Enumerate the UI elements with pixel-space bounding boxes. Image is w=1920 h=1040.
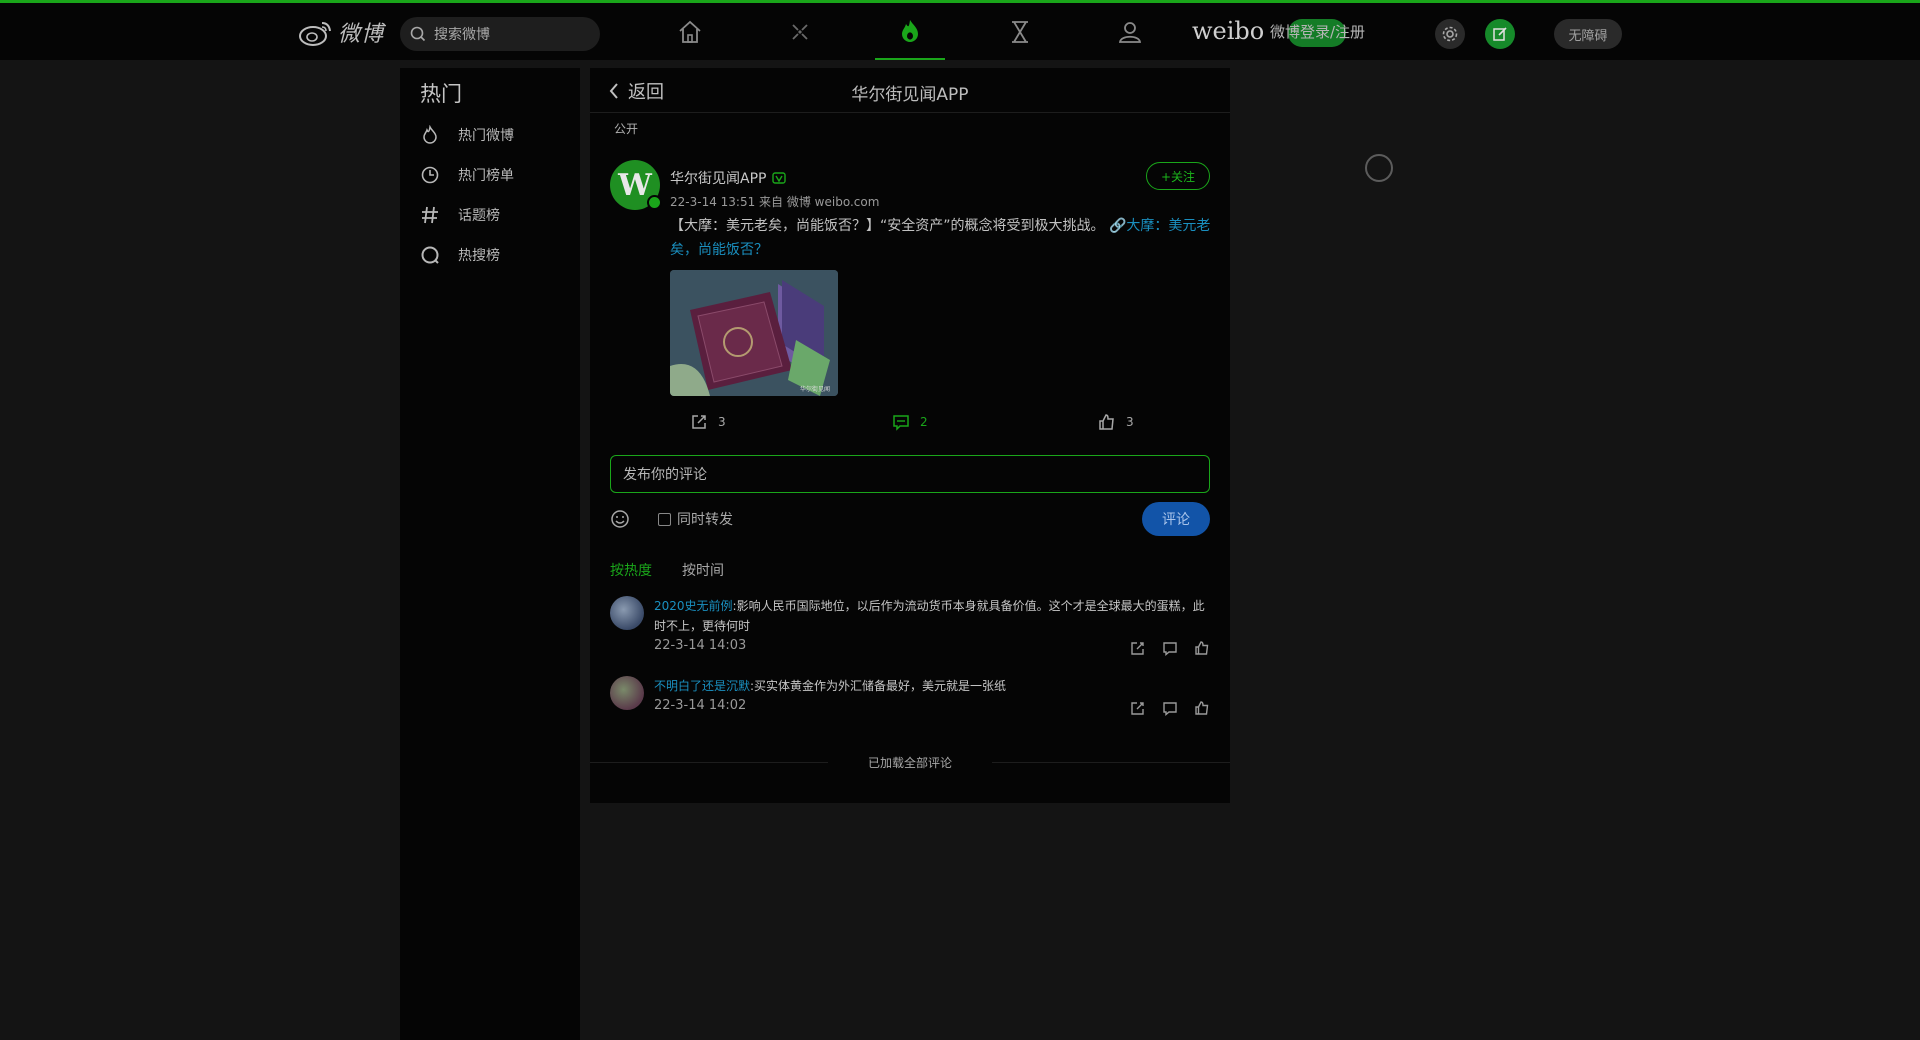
thumbs-up-icon — [1099, 414, 1114, 430]
comment-item: 2020史无前例:影响人民币国际地位，以后作为流动货币本身就具备价值。这个才是全… — [610, 596, 1210, 656]
loading-spinner — [1365, 154, 1393, 182]
user-icon — [1118, 21, 1142, 43]
visibility-tag: 公开 — [614, 122, 639, 136]
left-sidebar: 热门 热门微博 热门榜单 话题榜 热搜榜 — [400, 68, 580, 1040]
commenter-name[interactable]: 不明白了还是沉默 — [654, 679, 750, 693]
post-image[interactable]: 华尔街见闻 — [670, 270, 838, 396]
post-text: 【大摩：美元老矣，尚能饭否？】“安全资产”的概念将受到极大挑战。 — [670, 218, 1105, 234]
search-placeholder: 搜索微博 — [434, 27, 490, 43]
svg-text:华尔街见闻: 华尔街见闻 — [800, 385, 830, 393]
comment-icon[interactable] — [1162, 640, 1178, 656]
weibo-eye-icon — [299, 22, 331, 46]
comment-text: 不明白了还是沉默:买实体黄金作为外汇储备最好，美元就是一张纸 — [654, 676, 1210, 696]
login-register-link[interactable]: 微博登录/注册 — [1270, 21, 1365, 42]
gear-icon — [1442, 26, 1458, 42]
page-title: 华尔街见闻APP — [851, 85, 969, 105]
nav-discover[interactable] — [985, 3, 1055, 60]
also-repost-label: 同时转发 — [677, 512, 733, 528]
commenter-avatar[interactable] — [610, 676, 644, 710]
search-input[interactable]: 搜索微博 — [400, 17, 600, 51]
login-text: 微博登录/注册 — [1270, 23, 1366, 41]
vip-icon — [772, 172, 787, 184]
hashtag-icon — [422, 206, 438, 224]
video-icon — [792, 23, 808, 40]
clock-icon — [421, 166, 439, 184]
top-nav-bar: 微博 搜索微博 weibo 微博登录/注册 无障碍 — [0, 0, 1920, 60]
hourglass-icon — [1012, 20, 1028, 43]
post-content: 【大摩：美元老矣，尚能饭否？】“安全资产”的概念将受到极大挑战。 🔗大摩：美元老… — [670, 214, 1215, 262]
sidebar-item-hot-weibo[interactable]: 热门微博 — [420, 122, 514, 148]
sidebar-item-hot-list[interactable]: 热门榜单 — [420, 162, 514, 188]
panel-header: 返回 华尔街见闻APP — [590, 68, 1230, 113]
comment-text: 2020史无前例:影响人民币国际地位，以后作为流动货币本身就具备价值。这个才是全… — [654, 596, 1210, 636]
like-count: 3 — [1126, 415, 1134, 429]
sort-tabs: 按热度 按时间 — [610, 560, 724, 580]
end-text: 已加载全部评论 — [827, 756, 992, 770]
comment-item: 不明白了还是沉默:买实体黄金作为外汇储备最好，美元就是一张纸 22-3-14 1… — [610, 676, 1210, 726]
share-icon — [692, 415, 706, 429]
follow-button[interactable]: +关注 — [1146, 162, 1210, 190]
sidebar-title: 热门 — [420, 82, 462, 106]
comment-body: :影响人民币国际地位，以后作为流动货币本身就具备价值。这个才是全球最大的蛋糕，此… — [654, 599, 1205, 633]
repost-button[interactable]: 3 — [690, 413, 726, 431]
thumbs-up-icon[interactable] — [1194, 700, 1210, 716]
comment-icon[interactable] — [1162, 700, 1178, 716]
nav-home[interactable] — [655, 3, 725, 60]
settings-button[interactable] — [1435, 19, 1465, 49]
sidebar-item-label: 话题榜 — [458, 208, 500, 224]
post-detail-panel: 返回 华尔街见闻APP 公开 W 华尔街见闻APP 22-3-14 13:51 … — [590, 68, 1230, 803]
checkbox-box[interactable] — [658, 512, 671, 526]
accessibility-button[interactable]: 无障碍 — [1554, 19, 1622, 49]
repost-count: 3 — [718, 415, 726, 429]
comment-placeholder: 发布你的评论 — [623, 467, 707, 483]
weibo-logo[interactable]: 微博 — [298, 15, 388, 49]
edit-icon — [1493, 27, 1507, 41]
sidebar-item-topics[interactable]: 话题榜 — [420, 202, 500, 228]
nav-profile[interactable] — [1095, 3, 1165, 60]
comment-time: 22-3-14 14:02 — [654, 698, 747, 713]
sidebar-item-label: 热搜榜 — [458, 248, 500, 264]
emoji-icon[interactable] — [610, 509, 630, 529]
passport-money-image: 华尔街见闻 — [670, 270, 838, 396]
home-icon — [679, 20, 701, 43]
comment-body: :买实体黄金作为外汇储备最好，美元就是一张纸 — [750, 679, 1007, 693]
tab-sort-time[interactable]: 按时间 — [682, 560, 724, 580]
comment-time: 22-3-14 14:03 — [654, 638, 747, 653]
sidebar-item-hot-search[interactable]: 热搜榜 — [420, 242, 500, 268]
post-meta: 22-3-14 13:51 来自 微博 weibo.com — [670, 195, 880, 209]
like-button[interactable]: 3 — [1098, 413, 1134, 431]
author-name-text: 华尔街见闻APP — [670, 171, 767, 187]
nav-video[interactable] — [765, 3, 835, 60]
nav-hot[interactable] — [875, 3, 945, 60]
compose-button[interactable] — [1485, 19, 1515, 49]
share-icon[interactable] — [1130, 640, 1146, 656]
sidebar-item-label: 热门榜单 — [458, 168, 514, 184]
post-actions: 3 2 3 — [590, 413, 1230, 443]
verified-badge — [647, 195, 662, 210]
weibo-wordmark: weibo — [1192, 17, 1265, 45]
comment-actions — [1130, 700, 1210, 716]
all-comments-loaded: 已加载全部评论 — [590, 754, 1230, 771]
comment-icon — [893, 415, 909, 431]
comment-input[interactable]: 发布你的评论 — [610, 455, 1210, 493]
fire-icon — [902, 19, 918, 42]
comment-count-button[interactable]: 2 — [892, 413, 928, 431]
submit-comment-button[interactable]: 评论 — [1142, 502, 1210, 536]
comment-count: 2 — [920, 415, 928, 429]
fire-icon — [423, 125, 437, 144]
sidebar-item-label: 热门微博 — [458, 128, 514, 144]
author-name[interactable]: 华尔街见闻APP — [670, 168, 787, 188]
search-ring-icon — [421, 246, 439, 264]
author-avatar[interactable]: W — [610, 160, 662, 210]
comment-actions — [1130, 640, 1210, 656]
logo-text: 微博 — [338, 22, 385, 47]
avatar-letter: W — [618, 167, 652, 203]
thumbs-up-icon[interactable] — [1194, 640, 1210, 656]
search-icon — [410, 26, 426, 42]
commenter-avatar[interactable] — [610, 596, 644, 630]
tab-sort-hot[interactable]: 按热度 — [610, 560, 652, 580]
also-repost-checkbox[interactable]: 同时转发 — [658, 509, 733, 529]
commenter-name[interactable]: 2020史无前例 — [654, 599, 733, 613]
share-icon[interactable] — [1130, 700, 1146, 716]
